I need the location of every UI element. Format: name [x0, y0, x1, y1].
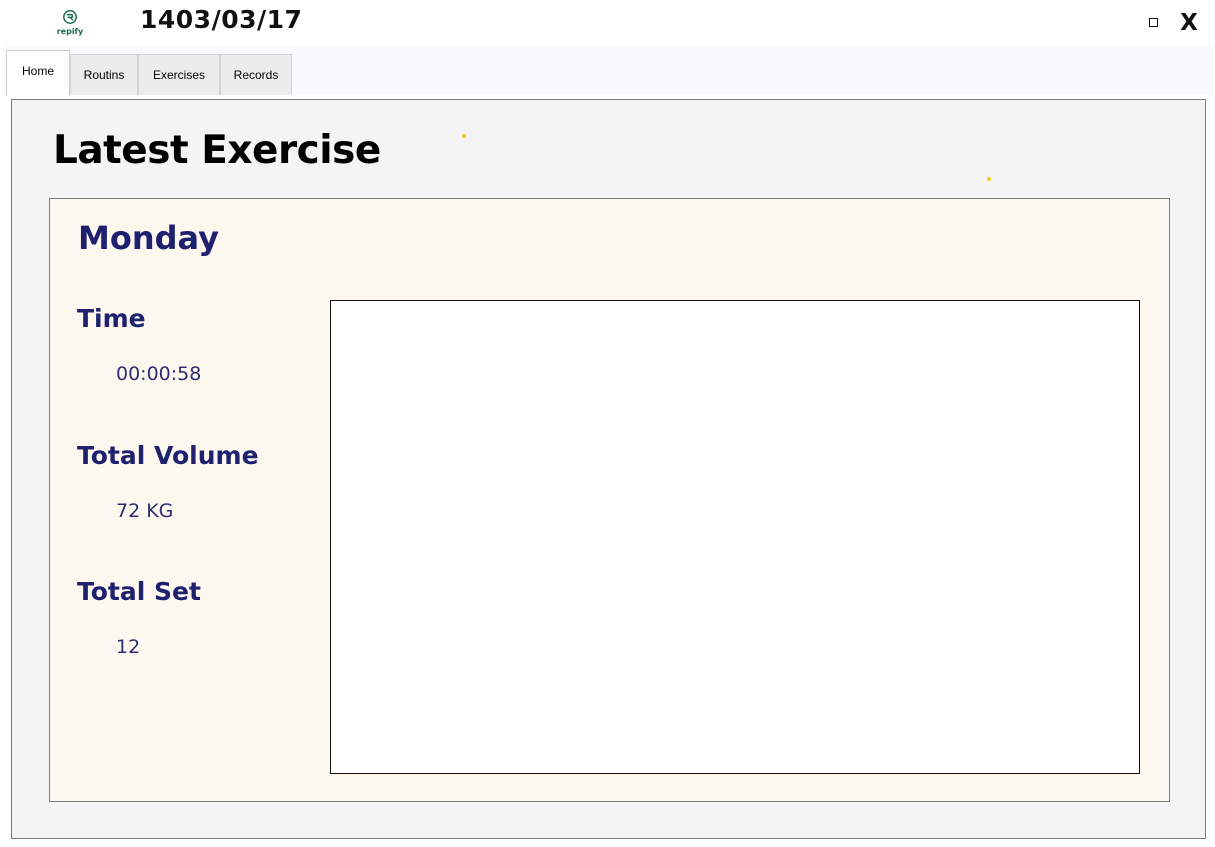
title-bar: repify 1403/03/17 X	[0, 0, 1215, 46]
total-set-label: Total Set	[77, 577, 201, 606]
time-value: 00:00:58	[116, 363, 202, 385]
total-set-value: 12	[116, 636, 141, 658]
latest-exercise-card: Monday Time 00:00:58 Total Volume 72 KG …	[49, 198, 1170, 802]
tab-routins[interactable]: Routins	[70, 54, 138, 95]
total-volume-value: 72 KG	[116, 500, 174, 522]
repify-logo-icon	[63, 10, 77, 24]
square-icon	[1149, 18, 1158, 27]
time-label: Time	[77, 304, 146, 333]
tab-exercises[interactable]: Exercises	[138, 54, 220, 95]
home-panel: Latest Exercise Monday Time 00:00:58 Tot…	[11, 99, 1206, 839]
accent-dot	[987, 177, 991, 181]
maximize-button[interactable]	[1144, 8, 1164, 38]
tab-strip: Home Routins Exercises Records	[4, 46, 1213, 96]
current-date: 1403/03/17	[140, 5, 303, 34]
logo-text: repify	[56, 27, 84, 36]
tab-records[interactable]: Records	[220, 54, 292, 95]
close-button[interactable]: X	[1174, 8, 1204, 38]
total-volume-label: Total Volume	[77, 441, 259, 470]
exercise-day: Monday	[78, 219, 219, 257]
exercise-chart-area	[330, 300, 1140, 774]
page-title: Latest Exercise	[53, 128, 381, 173]
tab-content-home: Latest Exercise Monday Time 00:00:58 Tot…	[4, 95, 1213, 845]
tab-home[interactable]: Home	[6, 50, 70, 96]
accent-dot	[462, 134, 466, 138]
repify-logo: repify	[50, 9, 90, 39]
